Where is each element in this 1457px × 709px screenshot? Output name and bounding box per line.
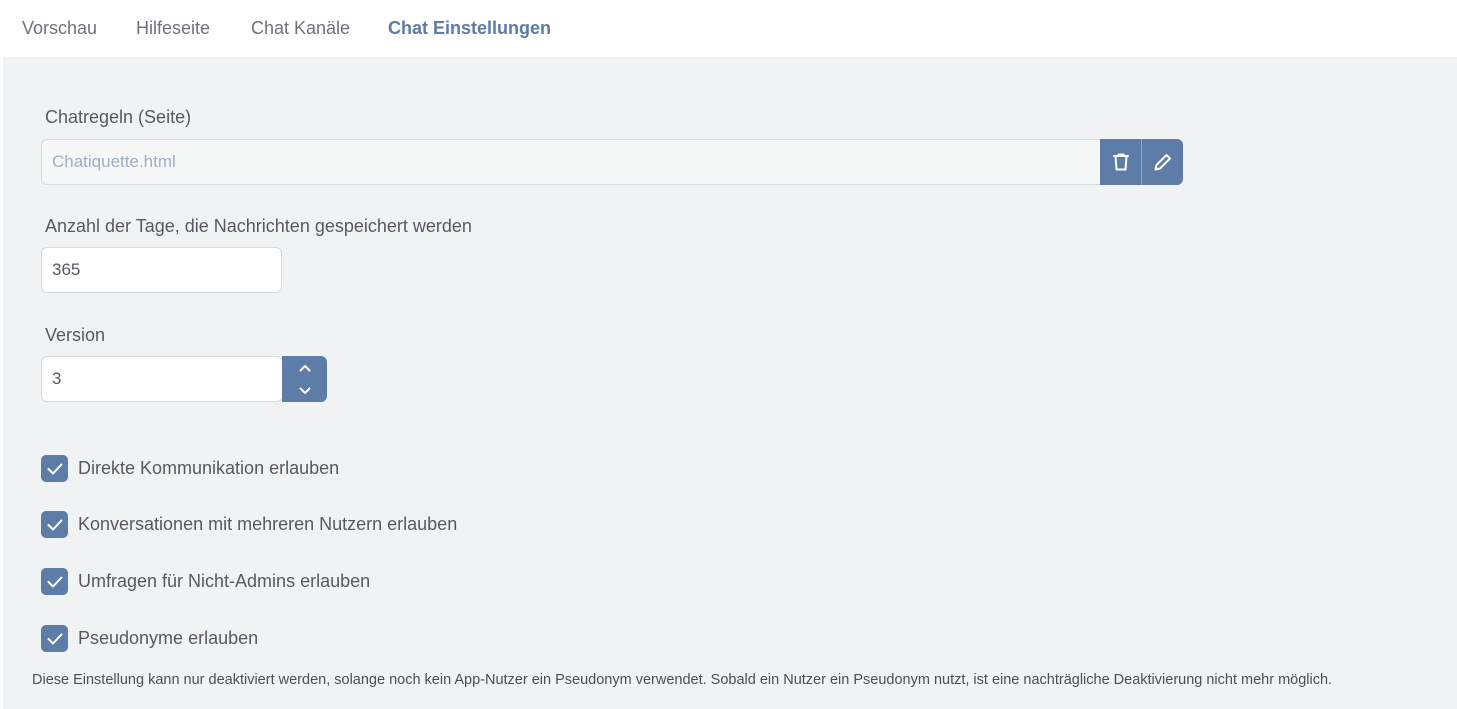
checkmark-icon <box>47 463 62 474</box>
checkmark-icon <box>47 519 62 530</box>
tab-chat-kanaele[interactable]: Chat Kanäle <box>251 18 350 39</box>
version-label: Version <box>45 325 106 345</box>
checkbox[interactable] <box>41 455 68 482</box>
checkbox[interactable] <box>41 568 68 595</box>
tab-hilfeseite[interactable]: Hilfeseite <box>136 18 210 39</box>
chevron-down-icon <box>299 387 310 394</box>
option-direct-communication[interactable]: Direkte Kommunikation erlauben <box>41 455 339 482</box>
chat-rules-label: Chatregeln (Seite) <box>45 107 192 127</box>
option-label: Umfragen für Nicht-Admins erlauben <box>78 571 371 591</box>
tab-bar: Vorschau Hilfeseite Chat Kanäle Chat Ein… <box>0 0 1457 57</box>
option-label: Pseudonyme erlauben <box>78 628 259 648</box>
version-decrement-button[interactable] <box>282 379 327 402</box>
edit-button[interactable] <box>1141 139 1183 185</box>
checkmark-icon <box>47 576 62 587</box>
trash-icon <box>1112 153 1129 171</box>
option-label: Direkte Kommunikation erlauben <box>78 458 340 478</box>
option-pseudonyms[interactable]: Pseudonyme erlauben <box>41 625 258 652</box>
chevron-up-icon <box>299 364 310 371</box>
tab-chat-einstellungen[interactable]: Chat Einstellungen <box>388 18 551 39</box>
pseudonym-help-text: Diese Einstellung kann nur deaktiviert w… <box>32 672 1333 688</box>
option-label: Konversationen mit mehreren Nutzern erla… <box>78 514 458 534</box>
version-increment-button[interactable] <box>282 356 327 379</box>
checkbox[interactable] <box>41 625 68 652</box>
tab-vorschau[interactable]: Vorschau <box>22 18 97 39</box>
option-polls-non-admins[interactable]: Umfragen für Nicht-Admins erlauben <box>41 568 370 595</box>
pencil-icon <box>1154 154 1171 171</box>
version-input[interactable]: 3 <box>41 356 283 402</box>
retention-label: Anzahl der Tage, die Nachrichten gespeic… <box>45 216 472 236</box>
option-group-conversations[interactable]: Konversationen mit mehreren Nutzern erla… <box>41 511 457 538</box>
version-stepper <box>282 356 327 402</box>
chat-rules-actions <box>1100 139 1183 185</box>
chat-rules-field[interactable]: Chatiquette.html <box>41 139 1101 185</box>
retention-days-input[interactable]: 365 <box>41 247 282 293</box>
checkbox[interactable] <box>41 511 68 538</box>
delete-button[interactable] <box>1100 139 1141 185</box>
checkmark-icon <box>47 633 62 644</box>
